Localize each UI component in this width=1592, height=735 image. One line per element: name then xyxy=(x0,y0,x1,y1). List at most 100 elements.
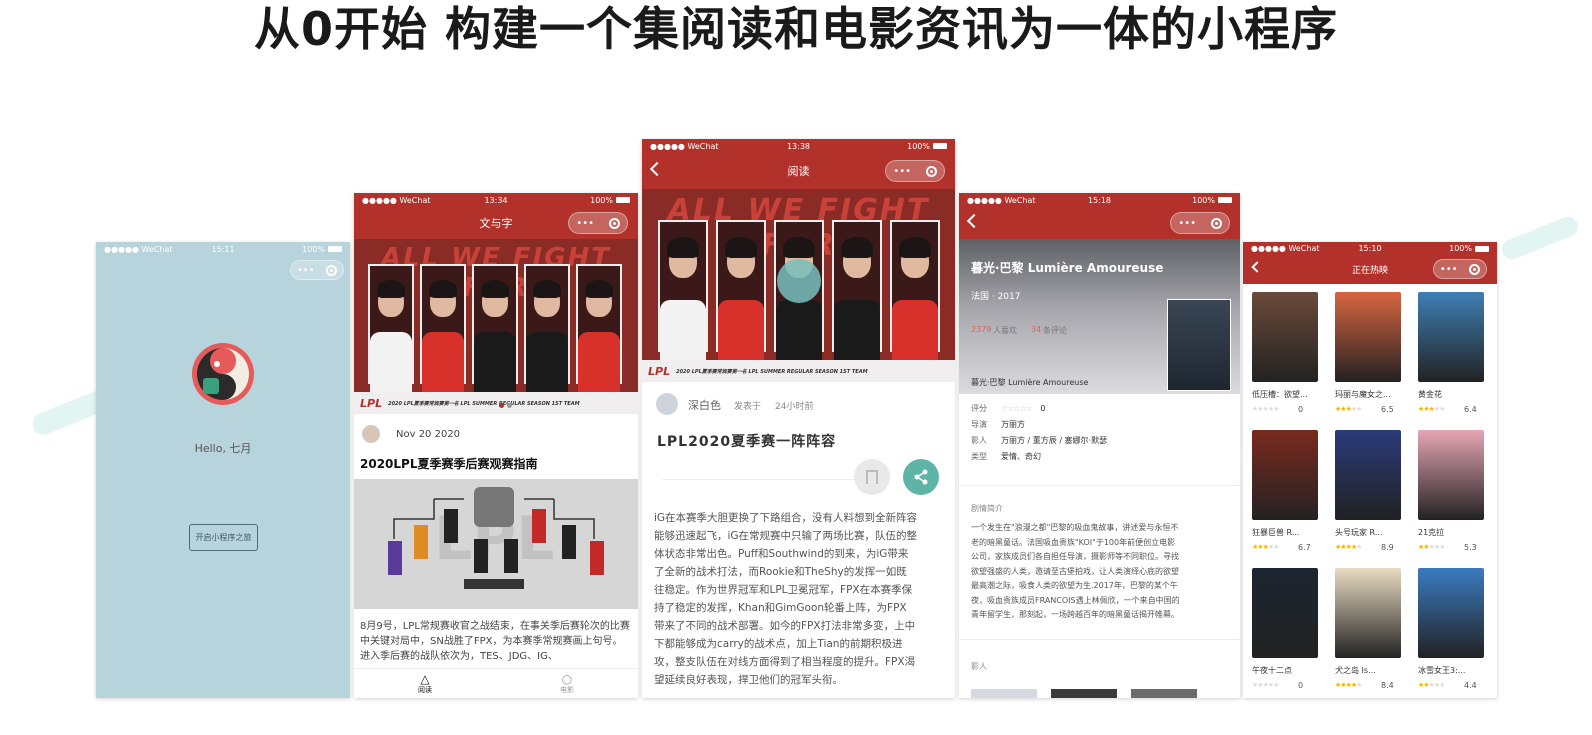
tab-reading[interactable]: △ 阅读 xyxy=(354,669,496,698)
back-icon[interactable] xyxy=(1251,261,1263,273)
share-button[interactable] xyxy=(903,459,939,495)
movie-card[interactable]: 狂暴巨兽 R... ★★★★★ 6.7 xyxy=(1252,430,1324,562)
movie-score: 6.4 xyxy=(1464,405,1477,414)
movie-poster[interactable] xyxy=(1335,568,1401,658)
music-disc-icon[interactable] xyxy=(777,259,821,303)
article-line: 往稳定。作为世界冠军和LPL卫冕冠军，FPX在本赛季保 xyxy=(654,584,913,596)
player-jersey xyxy=(526,332,568,392)
article-line: 体状态非常出色。Puff和Southwind的到来，为iG带来 xyxy=(654,548,909,560)
miniprogram-capsule[interactable]: ••• xyxy=(1433,259,1487,279)
movie-card[interactable]: 冰雪女王3:... ★★★★★ 4.4 xyxy=(1418,568,1490,698)
enter-app-button[interactable]: 开启小程序之旅 xyxy=(189,524,258,551)
miniprogram-capsule[interactable]: ••• xyxy=(290,260,344,280)
post-title[interactable]: 2020LPL夏季赛季后赛观赛指南 xyxy=(360,455,538,472)
more-icon[interactable]: ••• xyxy=(297,265,315,276)
miniprogram-capsule[interactable]: ••• xyxy=(568,212,628,234)
movie-title: 狂暴巨兽 R... xyxy=(1252,528,1300,537)
article-line: 了全新的战术打法，而Rookie和TheShy的发挥一如既 xyxy=(654,566,907,578)
movie-title: 玛丽与魔女之... xyxy=(1335,390,1391,399)
rating-stars: ★★★★★ xyxy=(1335,543,1362,551)
nav-title: 文与字 xyxy=(479,217,513,230)
triangle-icon: △ xyxy=(420,671,430,686)
movie-poster[interactable] xyxy=(1252,430,1318,520)
movie-poster[interactable] xyxy=(1335,292,1401,382)
movie-poster[interactable] xyxy=(1418,292,1484,382)
close-miniprogram-icon[interactable] xyxy=(1210,217,1222,229)
movie-poster[interactable] xyxy=(1335,430,1401,520)
clock: 15:18 xyxy=(1087,195,1112,205)
movie-poster[interactable] xyxy=(1167,299,1231,391)
article-line: 持了稳定的发挥，Khan和GimGoon轮番上阵，为FPX xyxy=(654,602,907,614)
info-value: 0 xyxy=(1040,404,1046,413)
player-jersey xyxy=(660,300,706,360)
tab-label: 阅读 xyxy=(418,685,432,694)
lpl-logo: LPL xyxy=(360,396,383,410)
lpl-logo: LPL xyxy=(648,364,671,378)
movie-card[interactable]: 低压槽：欲望... ★★★★★ 0 xyxy=(1252,292,1324,424)
cast-photo[interactable] xyxy=(971,689,1037,698)
cast-photo[interactable] xyxy=(1051,689,1117,698)
close-miniprogram-icon[interactable] xyxy=(925,165,937,177)
movie-title: 犬之岛 Is... xyxy=(1335,666,1376,675)
tab-label: 电影 xyxy=(560,685,574,694)
close-miniprogram-icon[interactable] xyxy=(608,217,620,229)
more-icon[interactable]: ••• xyxy=(576,218,594,229)
cast-photo[interactable] xyxy=(1131,689,1197,698)
movie-poster[interactable] xyxy=(1252,568,1318,658)
more-icon[interactable]: ••• xyxy=(893,166,911,177)
summary-body: 一个发生在"浪漫之都"巴黎的吸血鬼故事，讲述爱与永恒不 老的暗黑童话。法国吸血贵… xyxy=(971,521,1233,623)
post-card[interactable]: Nov 20 2020 2020LPL夏季赛季后赛观赛指南 LPL 8月9号，L… xyxy=(354,425,638,665)
author-avatar xyxy=(362,425,380,443)
movie-poster[interactable] xyxy=(1418,568,1484,658)
status-bar: ●●●●● WeChat 13:38 100% xyxy=(642,139,955,153)
phone-post-list: ●●●●● WeChat 13:34 100% 文与字 ••• ALL WE F… xyxy=(354,193,638,698)
close-miniprogram-icon[interactable] xyxy=(326,264,338,276)
swiper-banner[interactable]: ALL WE FIGHT FOR LPL2020 LPL夏季赛常规赛第一名 LP… xyxy=(354,239,638,414)
back-icon[interactable] xyxy=(649,161,665,177)
movie-title: 21克拉 xyxy=(1418,528,1445,537)
miniprogram-capsule[interactable]: ••• xyxy=(885,160,945,182)
share-icon xyxy=(914,469,928,485)
miniprogram-capsule[interactable]: ••• xyxy=(1170,212,1230,234)
movie-score: 0 xyxy=(1298,405,1304,414)
movie-card[interactable]: 午夜十二点 ★★★★★ 0 xyxy=(1252,568,1324,698)
more-icon[interactable]: ••• xyxy=(1178,218,1196,229)
movie-card[interactable]: 黄金花 ★★★★★ 6.4 xyxy=(1418,292,1490,424)
info-label: 评分 xyxy=(971,404,987,413)
status-bar: ●●●●● WeChat 13:34 100% xyxy=(354,193,638,207)
bookmark-icon xyxy=(866,470,878,484)
movie-poster[interactable] xyxy=(1252,292,1318,382)
published-time: 24小时前 xyxy=(775,402,814,412)
article-line: 望延续良好表现，捍卫他们的冠军头衔。 xyxy=(654,674,843,686)
player-jersey xyxy=(834,300,880,360)
info-row-rating: 评分 ☆☆☆☆☆ 0 xyxy=(971,401,1107,417)
clock: 13:38 xyxy=(786,141,811,151)
clock: 15:11 xyxy=(211,244,235,254)
page-headline: 从0开始 构建一个集阅读和电影资讯为一体的小程序 xyxy=(253,2,1339,56)
movie-card[interactable]: 犬之岛 Is... ★★★★★ 8.4 xyxy=(1335,568,1407,698)
tab-bar: △ 阅读 ○ 电影 xyxy=(354,668,638,698)
tab-movies[interactable]: ○ 电影 xyxy=(496,669,638,698)
movie-card[interactable]: 21克拉 ★★★★★ 5.3 xyxy=(1418,430,1490,562)
summary-line: 老的暗黑童话。法国吸血贵族"KOI"于100年前便创立电影 xyxy=(971,537,1176,547)
country-year: 法国 · 2017 xyxy=(971,292,1021,302)
cast-heading: 影人 xyxy=(971,662,987,671)
divider xyxy=(662,479,862,480)
back-icon[interactable] xyxy=(966,213,982,229)
close-miniprogram-icon[interactable] xyxy=(1469,263,1481,275)
nav-bar: 文与字 ••• xyxy=(354,207,638,239)
rating-stars: ★★★★★ xyxy=(1418,405,1445,413)
collect-button[interactable] xyxy=(854,459,890,495)
more-icon[interactable]: ••• xyxy=(1440,264,1458,275)
movie-card[interactable]: 玛丽与魔女之... ★★★★★ 6.5 xyxy=(1335,292,1407,424)
info-value: 爱情、奇幻 xyxy=(1001,452,1041,461)
comments-count: 34 xyxy=(1031,325,1042,334)
movie-poster[interactable] xyxy=(1418,430,1484,520)
movie-score: 6.7 xyxy=(1298,543,1311,552)
nav-bar: 阅读 ••• xyxy=(642,155,955,187)
swiper-dots xyxy=(499,403,512,408)
player-jersey xyxy=(776,300,822,360)
movie-card[interactable]: 头号玩家 R... ★★★★★ 8.9 xyxy=(1335,430,1407,562)
rating-stars: ★★★★★ xyxy=(1335,681,1362,689)
movie-grid: 低压槽：欲望... ★★★★★ 0 玛丽与魔女之... ★★★★★ 6.5 黄金花 ★★★★★… xyxy=(1243,290,1497,698)
